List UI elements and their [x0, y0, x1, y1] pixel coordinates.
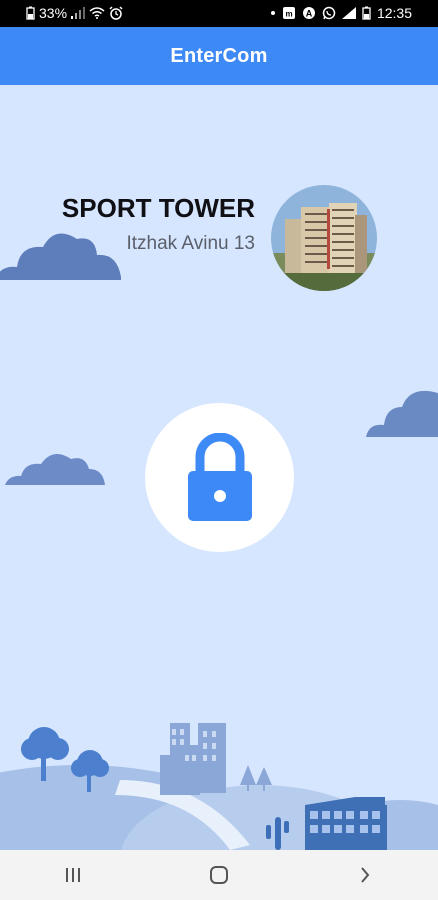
building-address: Itzhak Avinu 13 — [126, 233, 255, 254]
battery-right-icon — [362, 6, 371, 20]
navigation-bar — [0, 850, 438, 900]
battery-percent: 33% — [39, 5, 68, 21]
notification-icon: m — [282, 7, 295, 19]
recent-apps-icon — [66, 868, 80, 882]
status-bar: 33% m A 12:35 — [0, 0, 438, 27]
cloud-illustration — [0, 233, 121, 280]
signal-icon-right — [341, 7, 356, 19]
building-photo — [271, 185, 377, 291]
wifi-icon — [89, 7, 105, 19]
app-title: EnterCom — [170, 44, 268, 67]
city-illustration — [0, 723, 438, 850]
lock-icon — [187, 432, 252, 521]
cloud-illustration — [5, 454, 105, 485]
building-name: SPORT TOWER — [61, 193, 255, 223]
svg-text:m: m — [285, 10, 292, 19]
back-icon — [361, 867, 370, 883]
signal-icon — [71, 7, 86, 19]
dot-icon — [270, 11, 275, 15]
home-button[interactable] — [189, 855, 249, 895]
n-icon: A — [302, 7, 315, 19]
cloud-illustration — [366, 390, 438, 437]
unlock-button[interactable] — [145, 403, 294, 552]
whatsapp-icon — [322, 6, 336, 20]
alarm-icon — [109, 6, 123, 20]
battery-icon — [26, 6, 35, 20]
recent-apps-button[interactable] — [43, 855, 103, 895]
home-icon — [210, 866, 228, 884]
app-bar: EnterCom — [0, 27, 438, 85]
main-content: SPORT TOWER Itzhak Avinu 13 — [0, 85, 438, 850]
clock: 12:35 — [376, 5, 412, 21]
back-button[interactable] — [335, 855, 395, 895]
svg-text:A: A — [306, 9, 313, 19]
